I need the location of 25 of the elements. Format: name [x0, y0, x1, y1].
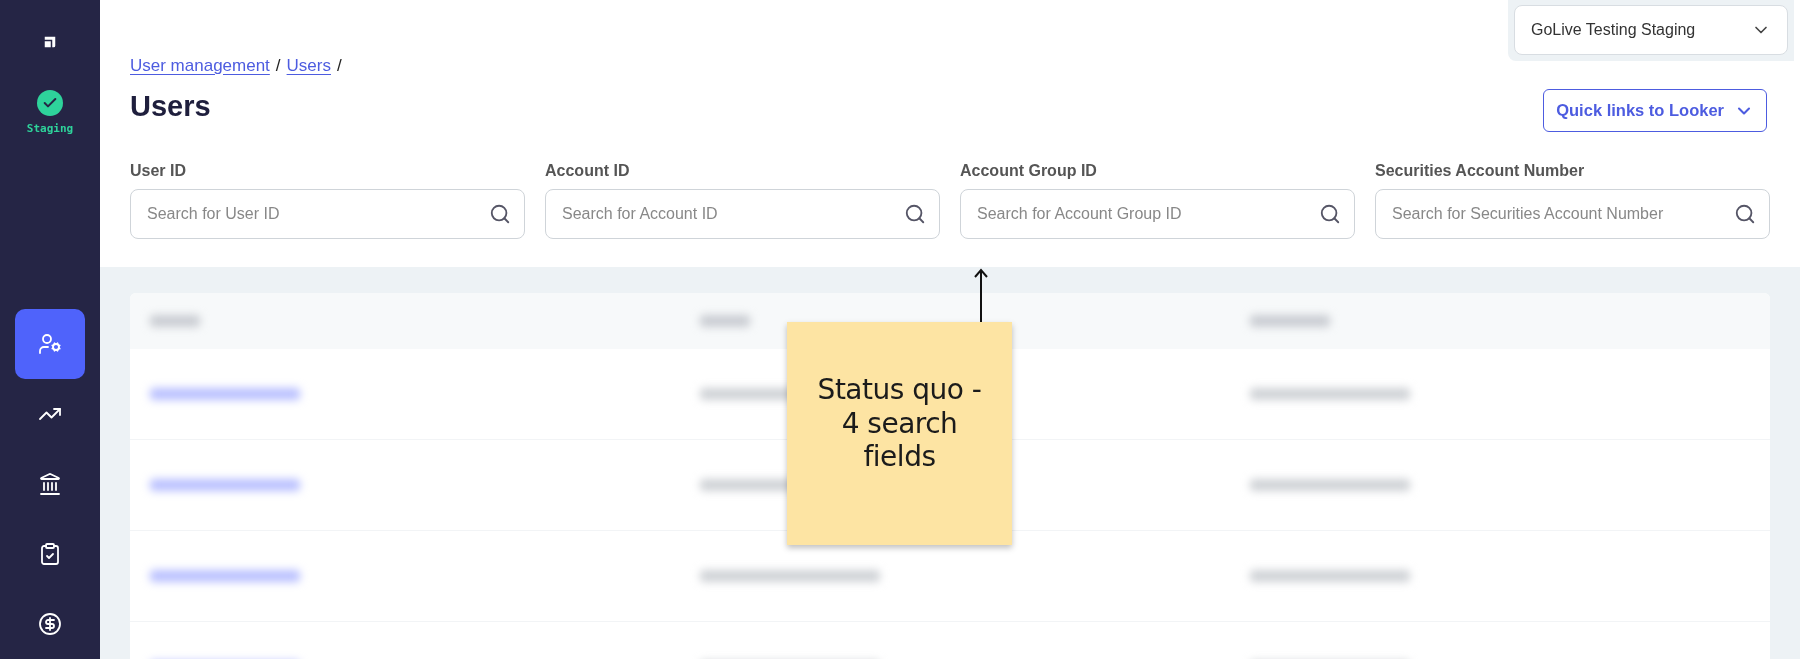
field-label: Account Group ID: [960, 162, 1098, 180]
search-field[interactable]: Search for User ID: [130, 189, 525, 239]
search-field[interactable]: Search for Account ID: [545, 189, 940, 239]
bank-icon: [38, 472, 62, 496]
breadcrumb-separator: /: [275, 56, 281, 76]
breadcrumb-separator: /: [337, 56, 342, 76]
search-field[interactable]: Search for Securities Account Number: [1375, 189, 1770, 239]
sticky-note: Status quo - 4 search fields: [787, 322, 1012, 545]
search-icon: [489, 203, 511, 225]
dollar-icon: [38, 612, 62, 636]
workspace-select[interactable]: GoLive Testing Staging: [1514, 5, 1788, 55]
user-gear-icon: [38, 332, 62, 356]
quick-links-button[interactable]: Quick links to Looker: [1543, 89, 1767, 132]
search-icon: [904, 203, 926, 225]
clipboard-check-icon: [38, 542, 62, 566]
field-label: Account ID: [545, 162, 631, 180]
environment-label: Staging: [26, 122, 74, 135]
page-title: Users: [130, 90, 212, 123]
search-icon: [1734, 203, 1756, 225]
search-icon: [1319, 203, 1341, 225]
breadcrumb-link[interactable]: Users: [286, 56, 331, 76]
field-label: User ID: [130, 162, 188, 180]
search-field[interactable]: Search for Account Group ID: [960, 189, 1355, 239]
breadcrumb-link[interactable]: User management: [130, 56, 270, 76]
field-label: Securities Account Number: [1375, 162, 1586, 180]
